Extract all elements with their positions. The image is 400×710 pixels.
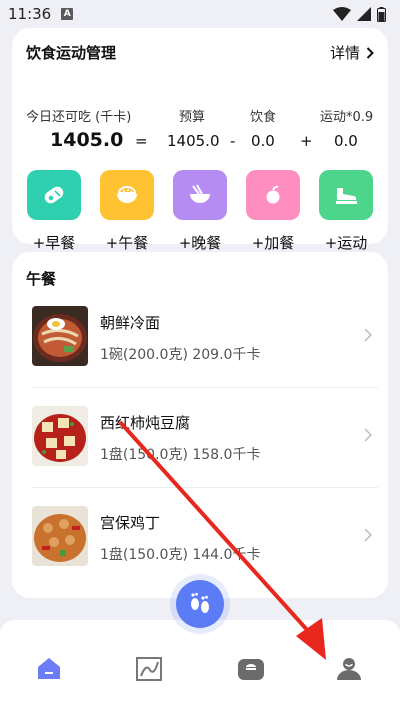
snack-icon [246, 170, 300, 220]
status-time: 11:36 [8, 5, 52, 23]
chevron-right-icon [364, 428, 372, 442]
add-exercise-label: +运动 [324, 234, 368, 252]
remaining-value: 1405.0 [50, 129, 124, 151]
food-image-cold-noodles [32, 306, 88, 366]
food-item[interactable]: 朝鲜冷面 1碗(200.0克) 209.0千卡 [32, 288, 378, 388]
diet-value: 0.0 [251, 132, 275, 150]
summary-title: 饮食运动管理 [26, 44, 117, 62]
food-item[interactable]: 宫保鸡丁 1盘(150.0克) 144.0千卡 [32, 488, 378, 588]
diet-summary-card: 饮食运动管理 详情 今日还可吃 (千卡) 预算 饮食 运动*0.9 1405.0… [12, 28, 388, 252]
add-snack-button[interactable]: +加餐 [245, 170, 301, 253]
dinner-icon [173, 170, 227, 220]
home-icon [38, 658, 60, 679]
chevron-right-icon [366, 46, 374, 59]
footprint-icon [191, 592, 209, 613]
add-breakfast-button[interactable]: +早餐 [26, 170, 82, 253]
detail-link[interactable]: 详情 [330, 42, 374, 63]
profile-icon [337, 658, 361, 680]
diet-label: 饮食 [250, 110, 277, 125]
bottom-navigation [0, 620, 400, 710]
chevron-right-icon [364, 328, 372, 342]
notification-a-icon: A [61, 8, 74, 20]
food-image-kung-pao-chicken [32, 506, 88, 566]
signal-icon [357, 7, 371, 21]
lunch-card: 午餐 朝鲜冷面 1碗(200.0克) 209.0千卡 西红柿炖豆腐 1盘(150… [12, 252, 388, 598]
add-dinner-button[interactable]: +晚餐 [172, 170, 228, 253]
minus-sign: - [230, 132, 236, 150]
chevron-right-icon [364, 528, 372, 542]
add-exercise-button[interactable]: +运动 [318, 170, 374, 253]
detail-label: 详情 [329, 44, 360, 62]
status-bar: 11:36 A [0, 0, 400, 28]
meal-title: 午餐 [26, 270, 57, 288]
food-name: 西红柿炖豆腐 [100, 414, 191, 432]
food-detail: 1碗(200.0克) 209.0千卡 [100, 347, 261, 363]
footprint-fab-button[interactable] [176, 580, 224, 628]
equals-sign: = [135, 132, 148, 150]
battery-icon [377, 6, 386, 22]
nav-profile[interactable] [334, 654, 364, 684]
food-detail: 1盘(150.0克) 158.0千卡 [100, 447, 261, 463]
add-lunch-button[interactable]: +午餐 [99, 170, 155, 253]
nav-chart[interactable] [134, 654, 164, 684]
exercise-value: 0.0 [334, 132, 358, 150]
budget-value: 1405.0 [167, 132, 220, 150]
nav-home[interactable] [34, 654, 64, 684]
add-lunch-label: +午餐 [105, 234, 149, 252]
food-name: 朝鲜冷面 [100, 314, 161, 332]
add-dinner-label: +晚餐 [178, 234, 222, 252]
exercise-label: 运动*0.9 [320, 110, 374, 125]
add-breakfast-label: +早餐 [32, 234, 76, 252]
budget-label: 预算 [179, 110, 206, 125]
plus-sign: + [300, 132, 313, 150]
food-detail: 1盘(150.0克) 144.0千卡 [100, 547, 261, 563]
food-name: 宫保鸡丁 [100, 514, 161, 532]
remaining-label: 今日还可吃 (千卡) [26, 110, 132, 125]
exercise-icon [319, 170, 373, 220]
food-image-tomato-tofu [32, 406, 88, 466]
wifi-icon [333, 7, 351, 21]
chart-icon [136, 657, 162, 681]
breakfast-icon [27, 170, 81, 220]
nav-recipe[interactable] [236, 654, 266, 684]
food-item[interactable]: 西红柿炖豆腐 1盘(150.0克) 158.0千卡 [32, 388, 378, 488]
add-snack-label: +加餐 [251, 234, 295, 252]
lunch-icon [100, 170, 154, 220]
recipe-icon [238, 659, 264, 680]
